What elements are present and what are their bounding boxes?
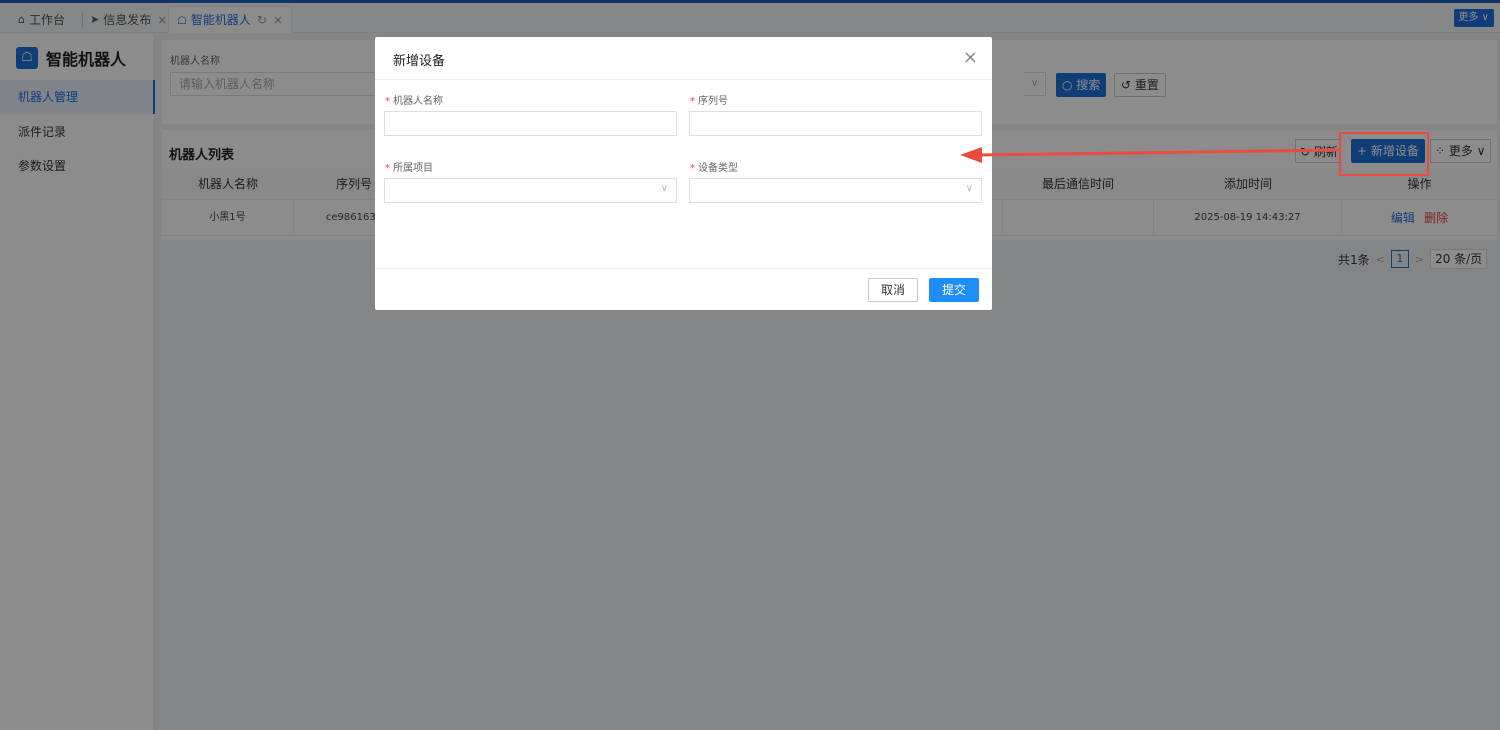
project-label: * 所属项目 [385, 163, 433, 174]
dialog-title: 新增设备 [393, 54, 446, 69]
dialog-footer: 取消 提交 [375, 268, 992, 310]
robot-name-label: * 机器人名称 [385, 96, 443, 107]
dialog-header: 新增设备 × [375, 37, 992, 80]
robot-name-field[interactable] [384, 111, 677, 136]
serial-number-field[interactable] [689, 111, 982, 136]
required-mark: * [385, 96, 390, 107]
serial-number-label: * 序列号 [690, 96, 728, 107]
submit-button[interactable]: 提交 [929, 278, 979, 302]
chevron-down-icon: ∨ [965, 183, 973, 194]
project-select[interactable]: ∨ [384, 178, 677, 203]
highlight-box [1339, 132, 1429, 176]
cancel-button[interactable]: 取消 [868, 278, 918, 302]
add-device-dialog: 新增设备 × * 机器人名称 * 序列号 * 所属项目 ∨ * 设备类型 ∨ 取消 提交 [375, 37, 992, 310]
chevron-down-icon: ∨ [660, 183, 668, 194]
required-mark: * [385, 163, 390, 174]
device-type-label: * 设备类型 [690, 163, 738, 174]
required-mark: * [690, 163, 695, 174]
required-mark: * [690, 96, 695, 107]
device-type-select[interactable]: ∨ [689, 178, 982, 203]
close-icon[interactable]: × [963, 47, 978, 68]
